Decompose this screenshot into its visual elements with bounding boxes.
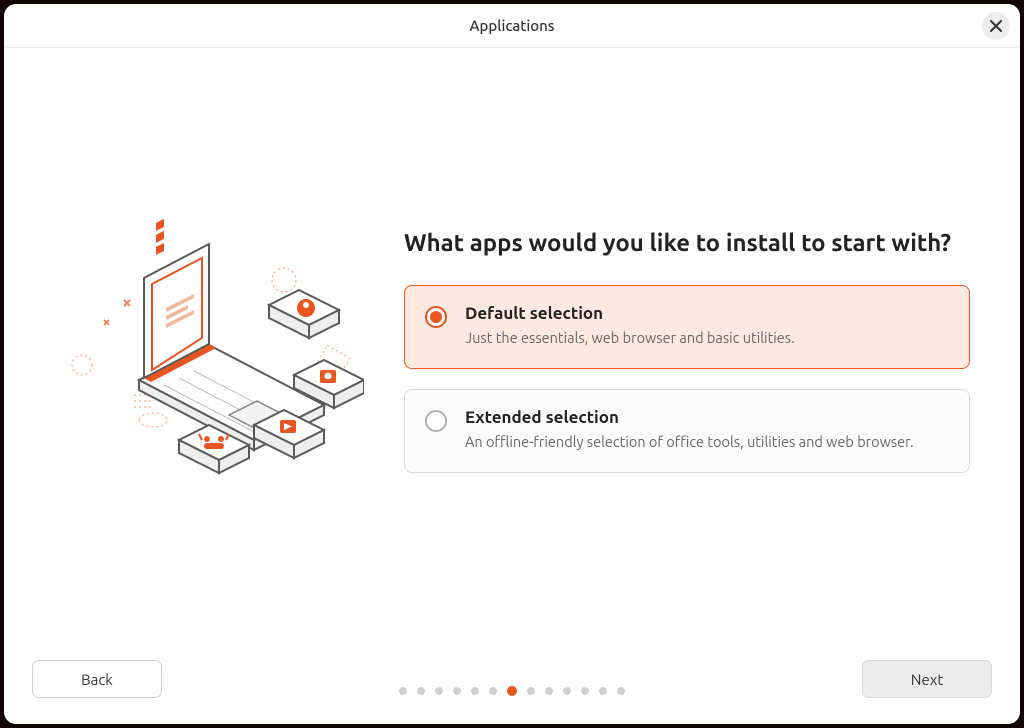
option-title: Default selection xyxy=(465,304,945,323)
close-button[interactable] xyxy=(982,12,1010,40)
window-title: Applications xyxy=(469,17,554,34)
radio-selected-icon xyxy=(425,306,447,328)
content-area: What apps would you like to install to s… xyxy=(4,48,1020,652)
option-title: Extended selection xyxy=(465,408,945,427)
progress-dot xyxy=(581,687,589,695)
footer: Back Next xyxy=(4,652,1020,724)
close-icon xyxy=(990,20,1002,32)
progress-dot xyxy=(599,687,607,695)
progress-dot xyxy=(471,687,479,695)
progress-dot xyxy=(417,687,425,695)
option-default-selection[interactable]: Default selection Just the essentials, w… xyxy=(404,285,970,369)
option-description: Just the essentials, web browser and bas… xyxy=(465,327,945,348)
next-button-label: Next xyxy=(911,671,943,688)
progress-dot xyxy=(527,687,535,695)
installer-window: Applications xyxy=(4,4,1020,724)
titlebar: Applications xyxy=(4,4,1020,48)
option-extended-selection[interactable]: Extended selection An offline-friendly s… xyxy=(404,389,970,473)
progress-dot xyxy=(399,687,407,695)
option-description: An offline-friendly selection of office … xyxy=(465,431,945,452)
progress-dot-active xyxy=(507,686,517,696)
progress-dot xyxy=(453,687,461,695)
apps-illustration xyxy=(44,210,364,490)
radio-unselected-icon xyxy=(425,410,447,432)
progress-dot xyxy=(617,687,625,695)
progress-dot xyxy=(435,687,443,695)
progress-dot xyxy=(545,687,553,695)
back-button[interactable]: Back xyxy=(32,660,162,698)
back-button-label: Back xyxy=(81,671,113,688)
next-button[interactable]: Next xyxy=(862,660,992,698)
progress-dots xyxy=(399,687,625,696)
page-heading: What apps would you like to install to s… xyxy=(404,227,970,258)
progress-dot xyxy=(489,687,497,695)
options-pane: What apps would you like to install to s… xyxy=(404,227,970,472)
progress-dot xyxy=(563,687,571,695)
